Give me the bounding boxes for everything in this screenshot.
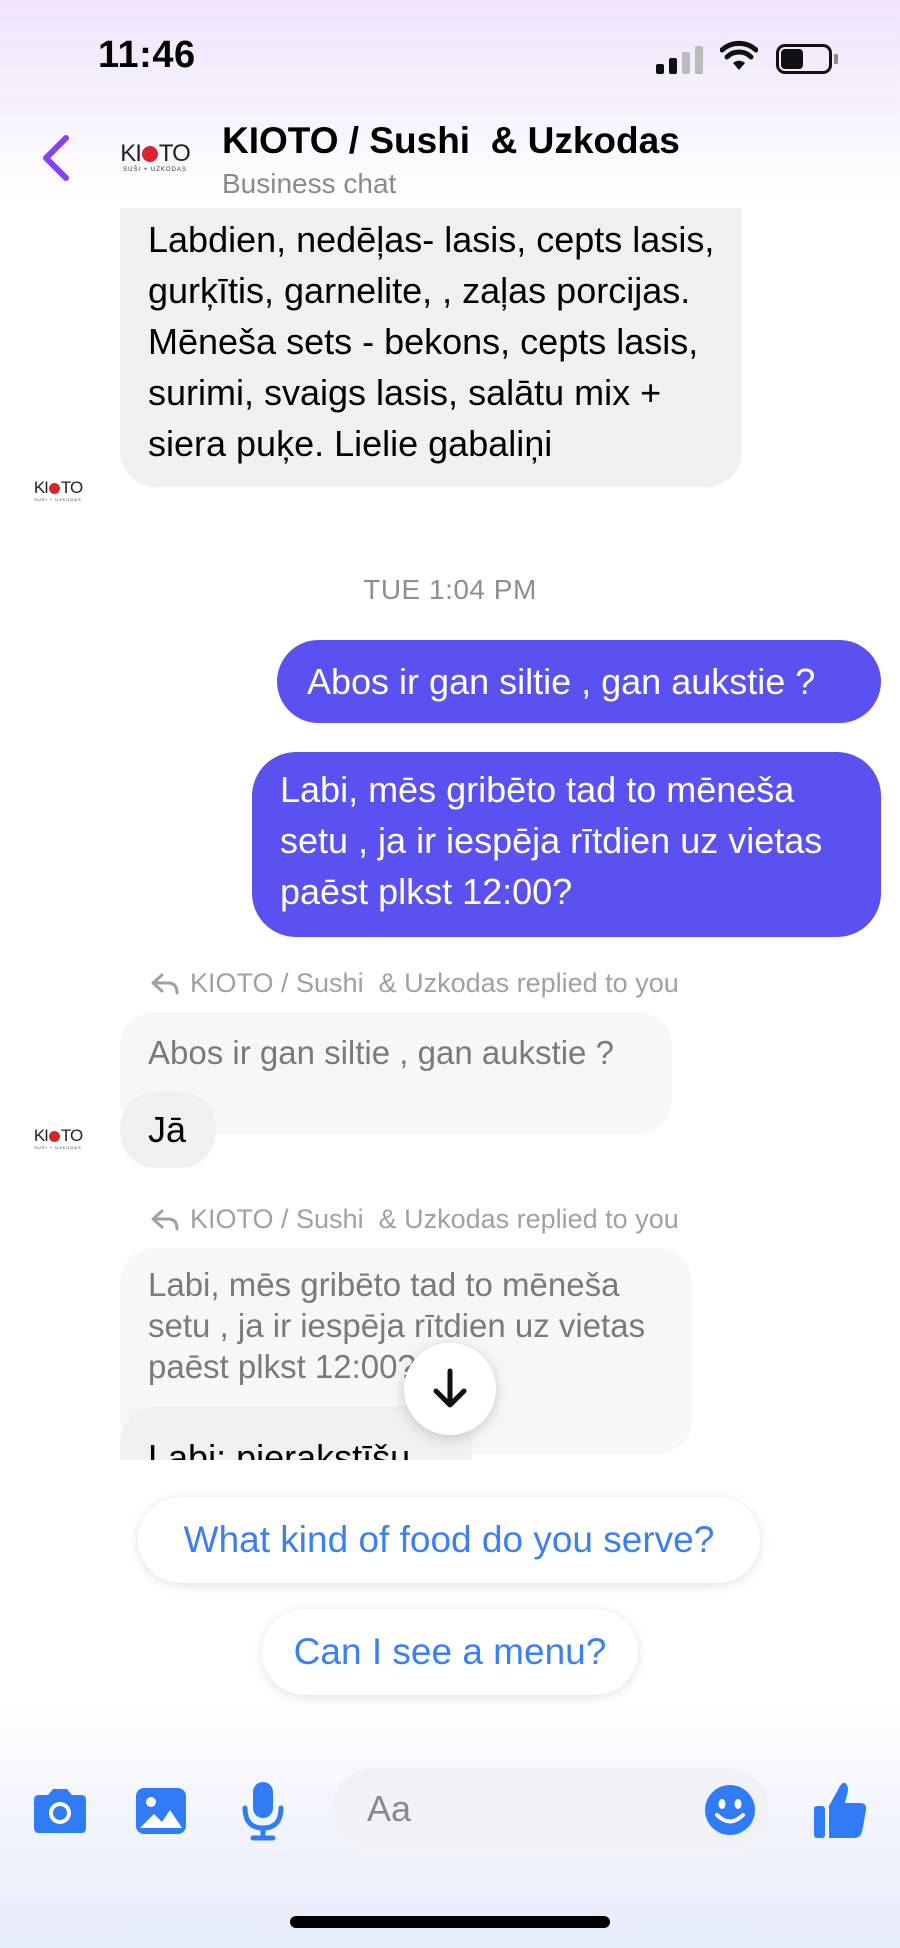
message-input-placeholder: Aa [367,1788,412,1829]
status-time: 11:46 [98,34,196,76]
thumbs-up-icon[interactable] [812,1780,868,1840]
message-text: Labi: pierakstīšu. [148,1437,421,1460]
message-text: Labdien, nedēļas- lasis, cepts lasis, gu… [148,219,715,464]
reply-indicator: KIOTO / Sushi & Uzkodas replied to you [150,1204,679,1235]
business-logo[interactable]: KI TO SUŠI + UZKODAS [118,140,192,180]
message-text: Jā [148,1109,187,1150]
message-thread[interactable]: Labdien, nedēļas- lasis, cepts lasis, gu… [0,208,900,1460]
image-icon[interactable] [134,1784,188,1838]
quoted-text: Abos ir gan siltie , gan aukstie ? [148,1034,614,1071]
message-text: Labi, mēs gribēto tad to mēneša setu , j… [280,769,823,912]
microphone-icon[interactable] [240,1780,286,1842]
camera-icon[interactable] [30,1786,90,1836]
chevron-left-icon[interactable] [34,130,80,186]
suggestion-chip-food[interactable]: What kind of food do you serve? [138,1497,760,1583]
chat-title[interactable]: KIOTO / Sushi & Uzkodas [222,120,680,162]
reply-label-text: KIOTO / Sushi & Uzkodas replied to you [190,968,679,998]
logo-subtext: SUŠI + UZKODAS [123,167,187,173]
scroll-to-bottom-button[interactable] [404,1343,496,1435]
message-bubble-outgoing[interactable]: Labi, mēs gribēto tad to mēneša setu , j… [252,752,881,937]
reply-label-text: KIOTO / Sushi & Uzkodas replied to you [190,1204,679,1234]
arrow-down-icon [433,1368,467,1408]
reply-arrow-icon [151,973,179,994]
message-bubble-incoming[interactable]: Jā [120,1092,216,1168]
message-text: Abos ir gan siltie , gan aukstie ? [307,661,816,702]
emoji-icon[interactable] [704,1784,756,1836]
reply-arrow-icon [151,1209,179,1230]
home-indicator [290,1916,610,1928]
reply-indicator: KIOTO / Sushi & Uzkodas replied to you [150,968,679,999]
cellular-signal-icon [656,44,704,74]
sender-avatar[interactable]: KI TO SUŠI + UZKODAS [30,1126,86,1154]
message-timestamp: TUE 1:04 PM [363,574,537,605]
chat-subtitle: Business chat [222,168,397,199]
message-bubble-incoming[interactable]: Labdien, nedēļas- lasis, cepts lasis, gu… [120,208,742,487]
message-bubble-outgoing[interactable]: Abos ir gan siltie , gan aukstie ? [277,640,881,723]
battery-icon [776,44,838,74]
sender-avatar[interactable]: KI TO SUŠI + UZKODAS [30,478,86,506]
wifi-icon [720,40,758,70]
logo-wordmark: KI TO [120,140,191,167]
quoted-text: Labi, mēs gribēto tad to mēneša setu , j… [148,1266,646,1385]
suggestion-chip-menu[interactable]: Can I see a menu? [262,1609,638,1695]
